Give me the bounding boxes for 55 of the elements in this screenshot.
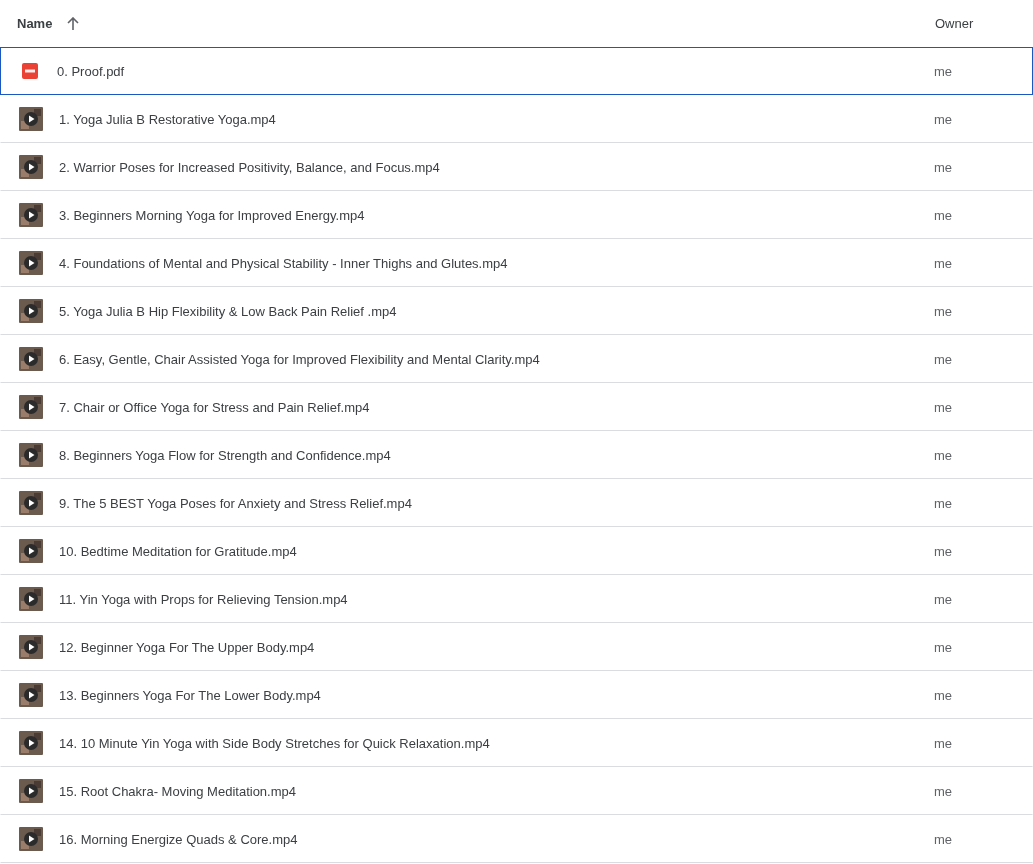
file-name: 11. Yin Yoga with Props for Relieving Tension.mp4	[59, 591, 348, 607]
file-name: 2. Warrior Poses for Increased Positivity, Balance, and Focus.mp4	[59, 159, 440, 175]
owner-cell-text: me	[934, 63, 954, 79]
owner-cell-text: me	[934, 783, 954, 799]
owner-cell-text: me	[934, 111, 954, 127]
file-name: 10. Bedtime Meditation for Gratitude.mp4	[59, 543, 297, 559]
video-thumbnail-icon	[19, 107, 43, 131]
video-thumbnail-icon	[19, 155, 43, 179]
video-thumbnail-icon	[19, 731, 43, 755]
file-name: 15. Root Chakra- Moving Meditation.mp4	[59, 783, 296, 799]
owner-cell-text: me	[934, 159, 954, 175]
file-name: 1. Yoga Julia B Restorative Yoga.mp4	[59, 111, 276, 127]
video-thumbnail-icon	[19, 587, 43, 611]
owner-cell-text: me	[934, 591, 954, 607]
pdf-icon	[19, 60, 41, 82]
file-name: 13. Beginners Yoga For The Lower Body.mp4	[59, 687, 321, 703]
file-name: 7. Chair or Office Yoga for Stress and Pain Relief.mp4	[59, 399, 370, 415]
video-thumbnail-icon	[19, 779, 43, 803]
file-name: 16. Morning Energize Quads & Core.mp4	[59, 831, 298, 847]
video-thumbnail-icon	[19, 347, 43, 371]
video-thumbnail-icon	[19, 395, 43, 419]
sort-arrow-icon[interactable]	[66, 16, 81, 31]
video-thumbnail-icon	[19, 443, 43, 467]
file-name: 0. Proof.pdf	[57, 63, 125, 79]
owner-cell-text: me	[934, 687, 954, 703]
file-name: 12. Beginner Yoga For The Upper Body.mp4	[59, 639, 315, 655]
file-name: 4. Foundations of Mental and Physical Stability - Inner Thighs and Glutes.mp4	[59, 255, 508, 271]
file-name: 6. Easy, Gentle, Chair Assisted Yoga for Improved Flexibility and Mental Clarity.mp4	[59, 351, 540, 367]
owner-cell-text: me	[934, 303, 954, 319]
column-header[interactable]: Name	[17, 16, 53, 31]
video-thumbnail-icon	[19, 539, 43, 563]
owner-cell-text: me	[934, 447, 954, 463]
video-thumbnail-icon	[19, 251, 43, 275]
owner-cell-text: me	[934, 351, 954, 367]
owner-cell-text: me	[934, 207, 954, 223]
column-header[interactable]: Owner	[935, 16, 974, 31]
owner-cell-text: me	[934, 495, 954, 511]
file-name: 9. The 5 BEST Yoga Poses for Anxiety and Stress Relief.mp4	[59, 495, 412, 511]
file-row[interactable]: 0. Proof.pdf me	[0, 47, 1033, 95]
owner-cell-text: me	[934, 255, 954, 271]
video-thumbnail-icon	[19, 683, 43, 707]
owner-cell-text: me	[934, 543, 954, 559]
owner-cell-text: me	[934, 399, 954, 415]
file-name: 5. Yoga Julia B Hip Flexibility & Low Back Pain Relief .mp4	[59, 303, 397, 319]
file-name: 8. Beginners Yoga Flow for Strength and Confidence.mp4	[59, 447, 391, 463]
owner-cell-text: me	[934, 735, 954, 751]
video-thumbnail-icon	[19, 203, 43, 227]
video-thumbnail-icon	[19, 299, 43, 323]
file-name: 3. Beginners Morning Yoga for Improved Energy.mp4	[59, 207, 365, 223]
owner-cell-text: me	[934, 639, 954, 655]
file-name: 14. 10 Minute Yin Yoga with Side Body Stretches for Quick Relaxation.mp4	[59, 735, 490, 751]
owner-cell-text: me	[934, 831, 954, 847]
video-thumbnail-icon	[19, 491, 43, 515]
video-thumbnail-icon	[19, 827, 43, 851]
video-thumbnail-icon	[19, 635, 43, 659]
